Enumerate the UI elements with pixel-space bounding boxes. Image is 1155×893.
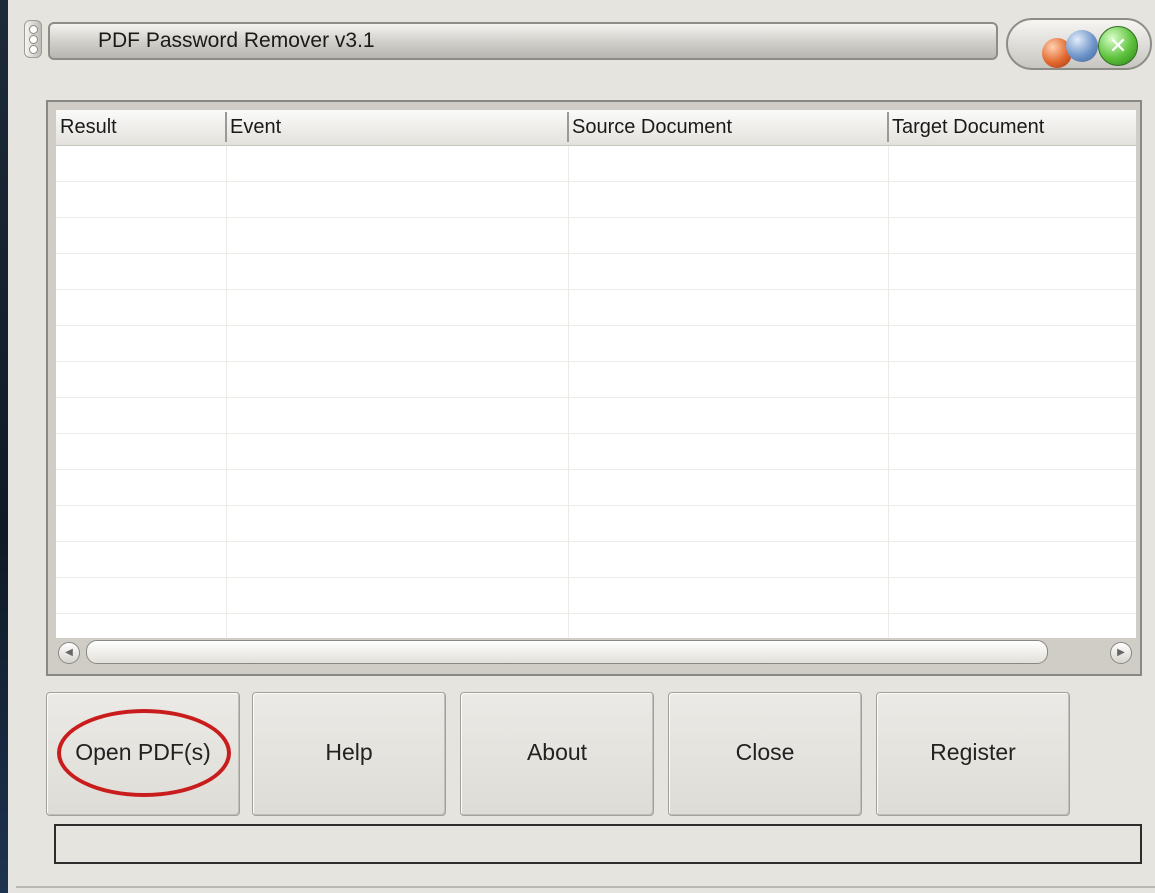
- column-gridline: [568, 146, 569, 638]
- app-window: PDF Password Remover v3.1 ✕ Result Event…: [8, 0, 1155, 893]
- column-header-result[interactable]: Result: [56, 110, 226, 146]
- title-pill: PDF Password Remover v3.1: [48, 22, 998, 60]
- title-bar[interactable]: PDF Password Remover v3.1 ✕: [16, 8, 1155, 70]
- desktop-edge: [0, 0, 8, 893]
- grip-dot-icon: [29, 45, 38, 54]
- table-row[interactable]: [56, 398, 1136, 434]
- arrow-left-icon: ◀: [65, 647, 73, 658]
- divider: [16, 886, 1155, 888]
- close-button[interactable]: Close: [668, 692, 862, 816]
- button-label: Open PDF(s): [75, 739, 211, 765]
- grip-dot-icon: [29, 35, 38, 44]
- column-gridline: [888, 146, 889, 638]
- button-label: Close: [735, 739, 795, 765]
- results-table[interactable]: Result Event Source Document Target Docu…: [56, 110, 1136, 638]
- column-gridline: [226, 146, 227, 638]
- table-row[interactable]: [56, 434, 1136, 470]
- column-separator[interactable]: [567, 112, 569, 142]
- window-title: PDF Password Remover v3.1: [98, 29, 375, 52]
- table-row[interactable]: [56, 146, 1136, 182]
- column-header-target-document[interactable]: Target Document: [888, 110, 1136, 146]
- horizontal-scrollbar[interactable]: ◀ ▶: [56, 640, 1136, 664]
- column-header-source-document[interactable]: Source Document: [568, 110, 888, 146]
- grip-icon[interactable]: [24, 20, 42, 58]
- column-header-label: Result: [60, 116, 117, 138]
- about-button[interactable]: About: [460, 692, 654, 816]
- column-header-event[interactable]: Event: [226, 110, 568, 146]
- status-bar: [54, 824, 1142, 864]
- help-button[interactable]: Help: [252, 692, 446, 816]
- table-row[interactable]: [56, 542, 1136, 578]
- column-header-label: Target Document: [892, 116, 1045, 138]
- button-label: Help: [325, 739, 373, 765]
- table-row[interactable]: [56, 506, 1136, 542]
- column-separator[interactable]: [225, 112, 227, 142]
- maximize-icon[interactable]: [1066, 30, 1098, 62]
- close-icon: ✕: [1108, 33, 1128, 58]
- table-row[interactable]: [56, 362, 1136, 398]
- table-row[interactable]: [56, 218, 1136, 254]
- scrollbar-thumb[interactable]: [86, 640, 1048, 664]
- column-header-label: Source Document: [572, 116, 733, 138]
- close-window-button[interactable]: ✕: [1098, 26, 1138, 66]
- table-row[interactable]: [56, 326, 1136, 362]
- table-row[interactable]: [56, 578, 1136, 614]
- table-row[interactable]: [56, 290, 1136, 326]
- column-separator[interactable]: [887, 112, 889, 142]
- table-row[interactable]: [56, 182, 1136, 218]
- button-label: About: [526, 739, 588, 765]
- open-pdfs-button[interactable]: Open PDF(s): [46, 692, 240, 816]
- register-button[interactable]: Register: [876, 692, 1070, 816]
- table-row[interactable]: [56, 470, 1136, 506]
- scroll-left-button[interactable]: ◀: [58, 642, 80, 664]
- column-header-label: Event: [230, 116, 282, 138]
- scroll-right-button[interactable]: ▶: [1110, 642, 1132, 664]
- arrow-right-icon: ▶: [1117, 647, 1125, 658]
- grip-dot-icon: [29, 25, 38, 34]
- button-label: Register: [930, 739, 1016, 765]
- results-table-frame: Result Event Source Document Target Docu…: [46, 100, 1142, 676]
- table-row[interactable]: [56, 254, 1136, 290]
